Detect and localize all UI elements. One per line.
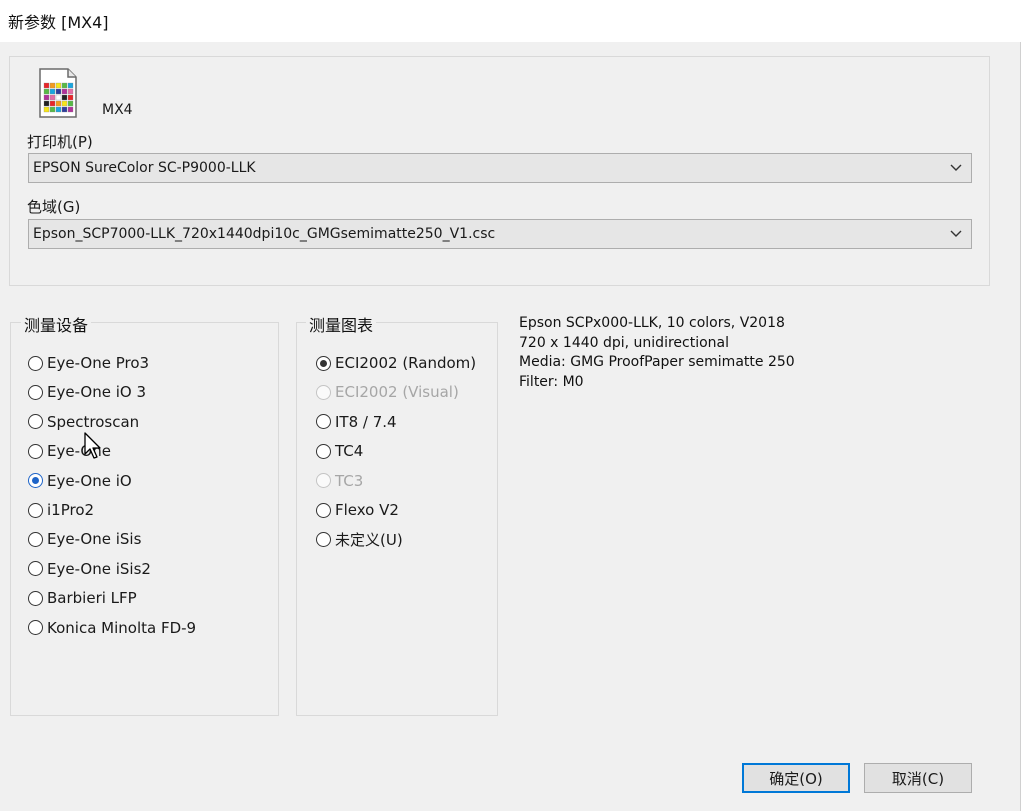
- radio-label: Eye-One iO: [47, 471, 132, 490]
- radio-unselected-icon: [28, 414, 43, 430]
- radio-option[interactable]: Konica Minolta FD-9: [28, 617, 196, 639]
- radio-option: TC3: [316, 470, 363, 492]
- radio-unselected-icon: [28, 620, 43, 636]
- measurement-chart-title: 测量图表: [306, 312, 377, 336]
- radio-option[interactable]: Eye-One iSis: [28, 528, 141, 550]
- radio-unselected-icon: [28, 502, 43, 518]
- radio-unselected-icon: [316, 443, 331, 459]
- gamut-select[interactable]: Epson_SCP7000-LLK_720x1440dpi10c_GMGsemi…: [28, 219, 972, 249]
- radio-option[interactable]: Eye-One iSis2: [28, 558, 151, 580]
- radio-unselected-icon: [28, 355, 43, 371]
- radio-unselected-icon: [316, 531, 331, 547]
- printer-label: 打印机(P): [27, 133, 93, 151]
- profile-info: Epson SCPx000-LLK, 10 colors, V2018 720 …: [519, 314, 795, 392]
- radio-option[interactable]: i1Pro2: [28, 499, 94, 521]
- app-name: MX4: [102, 102, 133, 118]
- radio-option[interactable]: Eye-One Pro3: [28, 352, 149, 374]
- dialog-body: MX4 打印机(P) EPSON SureColor SC-P9000-LLK …: [0, 42, 1021, 811]
- radio-option: ECI2002 (Visual): [316, 381, 459, 403]
- radio-unselected-icon: [28, 561, 43, 577]
- radio-label: Barbieri LFP: [47, 589, 137, 608]
- radio-option[interactable]: ECI2002 (Random): [316, 352, 476, 374]
- info-line: Filter: M0: [519, 373, 584, 390]
- radio-selected-icon: [28, 473, 43, 489]
- radio-option[interactable]: Flexo V2: [316, 499, 399, 521]
- printer-select[interactable]: EPSON SureColor SC-P9000-LLK: [28, 153, 972, 183]
- radio-option[interactable]: Eye-One iO: [28, 470, 132, 492]
- radio-label: TC3: [335, 471, 364, 490]
- measurement-device-title: 测量设备: [21, 312, 92, 336]
- gamut-select-value: Epson_SCP7000-LLK_720x1440dpi10c_GMGsemi…: [33, 226, 496, 242]
- radio-label: TC4: [335, 442, 364, 461]
- radio-unselected-icon: [316, 414, 331, 430]
- radio-label: Flexo V2: [335, 501, 399, 519]
- chevron-down-icon: [949, 220, 963, 248]
- radio-unselected-icon: [28, 443, 43, 459]
- color-chart-document-icon: [39, 68, 77, 118]
- radio-label: Eye-One iSis: [47, 530, 142, 549]
- window-title: 新参数 [MX4]: [8, 13, 109, 32]
- radio-label: i1Pro2: [47, 501, 95, 519]
- radio-unselected-icon: [28, 590, 43, 606]
- radio-option[interactable]: Barbieri LFP: [28, 587, 137, 609]
- info-line: 720 x 1440 dpi, unidirectional: [519, 334, 730, 351]
- cancel-button[interactable]: 取消(C): [864, 763, 972, 793]
- radio-label: Eye-One iO 3: [47, 383, 147, 402]
- radio-unselected-icon: [28, 531, 43, 547]
- printer-select-value: EPSON SureColor SC-P9000-LLK: [33, 160, 256, 176]
- radio-unselected-icon: [28, 384, 43, 400]
- radio-label: Spectroscan: [47, 412, 140, 431]
- radio-unselected-icon: [316, 502, 331, 518]
- radio-option[interactable]: 未定义(U): [316, 528, 403, 550]
- printer-settings-group: MX4 打印机(P) EPSON SureColor SC-P9000-LLK …: [9, 56, 990, 286]
- radio-selected-icon: [316, 355, 331, 371]
- radio-option[interactable]: Spectroscan: [28, 411, 139, 433]
- radio-label: 未定义(U): [335, 530, 403, 549]
- radio-label: Konica Minolta FD-9: [47, 618, 197, 637]
- radio-option[interactable]: IT8 / 7.4: [316, 411, 397, 433]
- radio-label: IT8 / 7.4: [335, 412, 397, 431]
- info-line: Epson SCPx000-LLK, 10 colors, V2018: [519, 315, 785, 331]
- mouse-cursor-icon: [84, 432, 101, 459]
- radio-label: ECI2002 (Random): [335, 354, 477, 372]
- radio-option[interactable]: Eye-One iO 3: [28, 381, 146, 403]
- gamut-label: 色域(G): [27, 198, 81, 216]
- radio-unselected-icon: [316, 473, 331, 489]
- radio-label: Eye-One Pro3: [47, 354, 150, 372]
- radio-label: Eye-One iSis2: [47, 559, 151, 578]
- title-bar: 新参数 [MX4]: [0, 0, 1024, 42]
- ok-button[interactable]: 确定(O): [742, 763, 850, 793]
- radio-option[interactable]: TC4: [316, 440, 363, 462]
- chevron-down-icon: [949, 154, 963, 182]
- radio-unselected-icon: [316, 384, 331, 400]
- info-line: Media: GMG ProofPaper semimatte 250: [519, 354, 795, 370]
- radio-label: ECI2002 (Visual): [335, 383, 459, 402]
